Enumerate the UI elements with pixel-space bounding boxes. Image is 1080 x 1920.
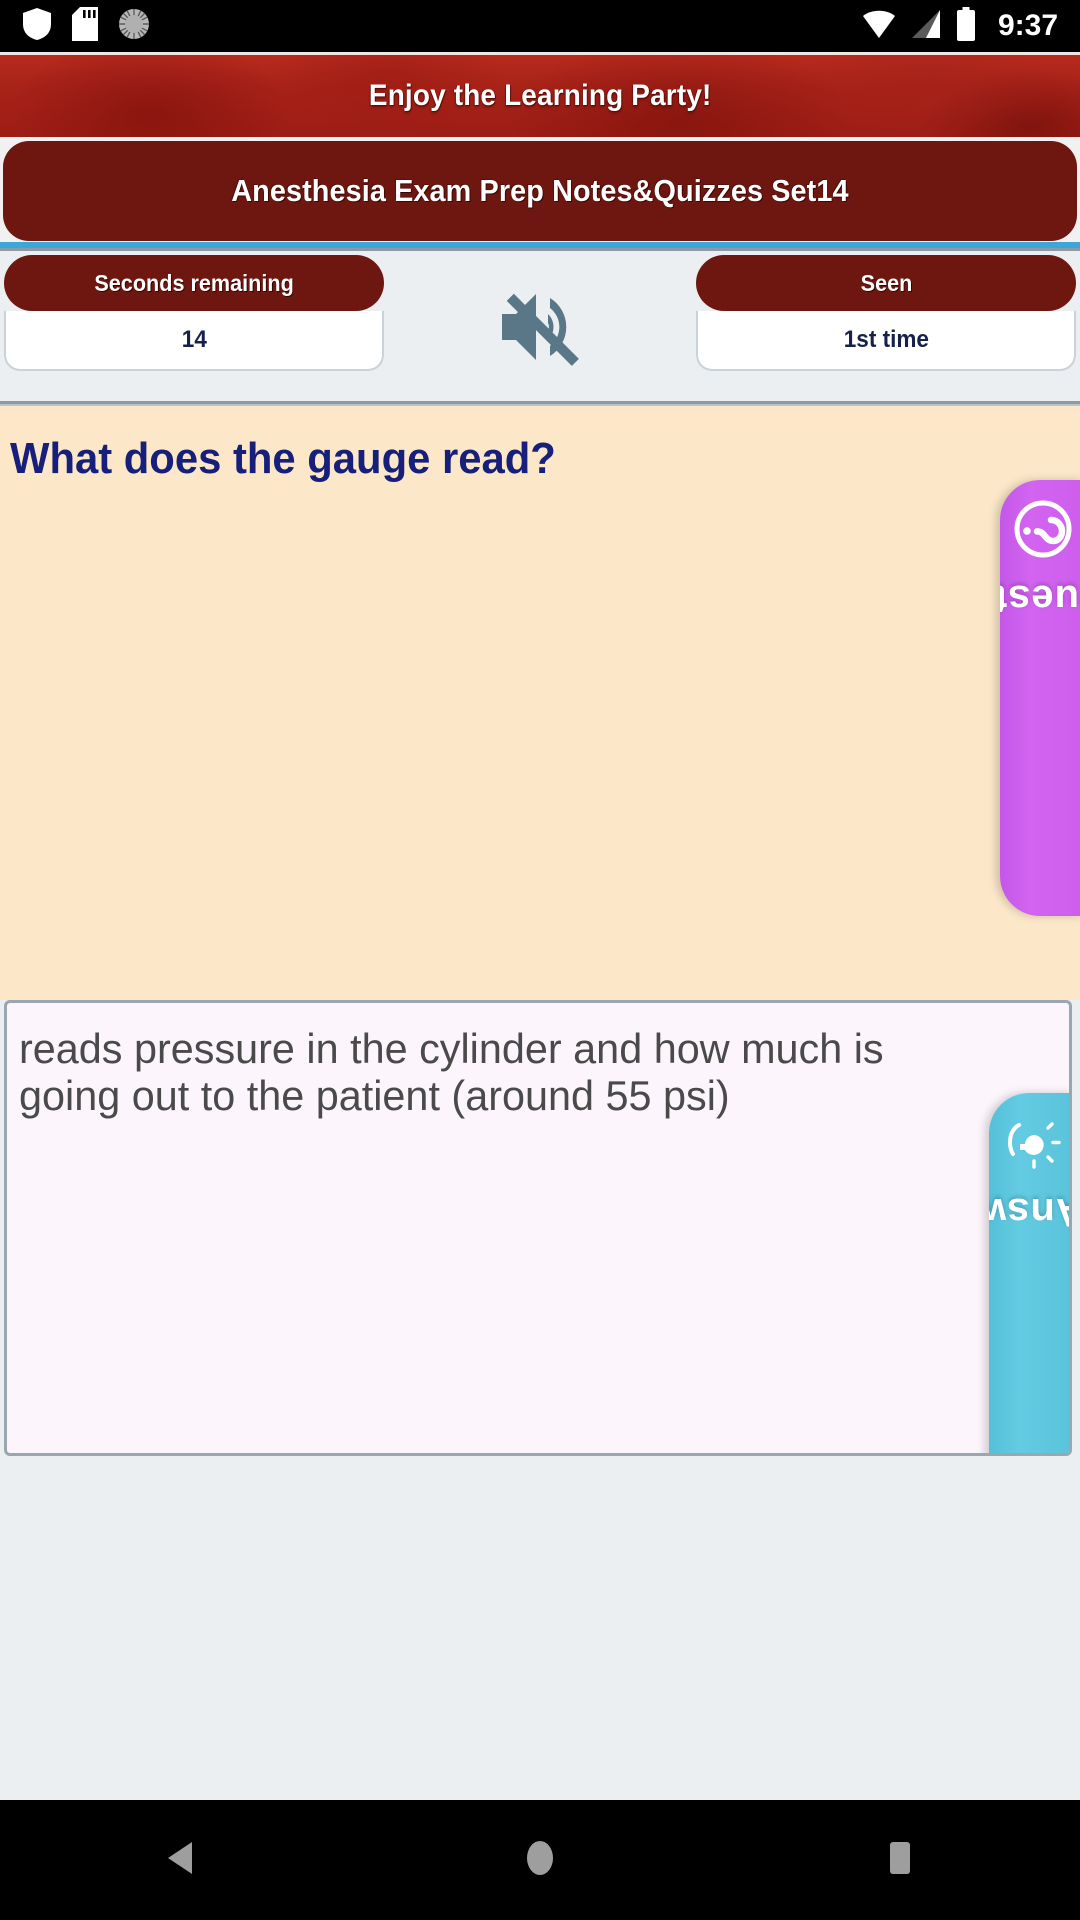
back-button[interactable] — [105, 1800, 255, 1920]
timer-value: 14 — [181, 326, 207, 353]
battery-icon — [956, 6, 976, 46]
timer-label-pill: Seconds remaining — [4, 255, 384, 311]
home-circle-icon[interactable] — [523, 1836, 557, 1885]
timer-label: Seconds remaining — [94, 269, 294, 296]
lightbulb-in-hand-icon — [1001, 1111, 1063, 1173]
cellular-signal-icon — [910, 8, 942, 45]
question-panel[interactable]: What does the gauge read? Question — [0, 404, 1080, 1000]
seen-label: Seen — [860, 269, 912, 296]
home-button[interactable] — [465, 1800, 615, 1920]
speaker-muted-icon[interactable] — [492, 282, 588, 377]
status-bar-right-icons: 9:37 — [862, 6, 1058, 46]
question-mark-circle-icon — [1012, 498, 1074, 560]
answer-panel-inner[interactable]: reads pressure in the cylinder and how m… — [4, 1000, 1072, 1456]
wifi-icon — [862, 8, 896, 45]
android-nav-bar — [0, 1800, 1080, 1920]
mute-toggle[interactable] — [384, 255, 696, 403]
status-bar: 9:37 — [0, 0, 1080, 52]
recents-square-icon[interactable] — [885, 1838, 915, 1883]
status-bar-left-icons — [22, 6, 150, 46]
question-text: What does the gauge read? — [10, 434, 556, 483]
sync-circle-icon — [118, 8, 150, 45]
deck-title-pill[interactable]: Anesthesia Exam Prep Notes&Quizzes Set14 — [3, 141, 1077, 241]
seen-value-pill: 1st time — [696, 311, 1076, 371]
sd-card-icon — [72, 6, 98, 46]
answer-tab-label: Answer — [989, 1190, 1069, 1234]
timer-value-pill: 14 — [4, 311, 384, 371]
answer-panel[interactable]: reads pressure in the cylinder and how m… — [0, 1000, 1080, 1460]
answer-text: reads pressure in the cylinder and how m… — [19, 1025, 884, 1120]
seen-label-pill: Seen — [696, 255, 1076, 311]
status-bar-clock: 9:37 — [997, 9, 1058, 42]
seen-widget: Seen 1st time — [696, 255, 1076, 371]
timer-widget: Seconds remaining 14 — [4, 255, 384, 371]
app-screen: 9:37 Enjoy the Learning Party! Anesthesi… — [0, 0, 1080, 1920]
shield-icon — [22, 7, 52, 46]
seen-value: 1st time — [843, 326, 929, 353]
status-strip: Seconds remaining 14 Seen 1st time — [0, 248, 1080, 404]
deck-title-bar[interactable]: Anesthesia Exam Prep Notes&Quizzes Set14 — [0, 137, 1080, 242]
promo-banner-text: Enjoy the Learning Party! — [368, 79, 712, 112]
answer-tab[interactable]: Answer — [989, 1093, 1069, 1453]
question-tab[interactable]: Question — [1000, 480, 1080, 916]
back-triangle-icon[interactable] — [162, 1838, 198, 1883]
recents-button[interactable] — [825, 1800, 975, 1920]
deck-title-text: Anesthesia Exam Prep Notes&Quizzes Set14 — [231, 173, 849, 208]
question-tab-label: Question — [1000, 577, 1080, 621]
promo-banner: Enjoy the Learning Party! — [0, 52, 1080, 137]
